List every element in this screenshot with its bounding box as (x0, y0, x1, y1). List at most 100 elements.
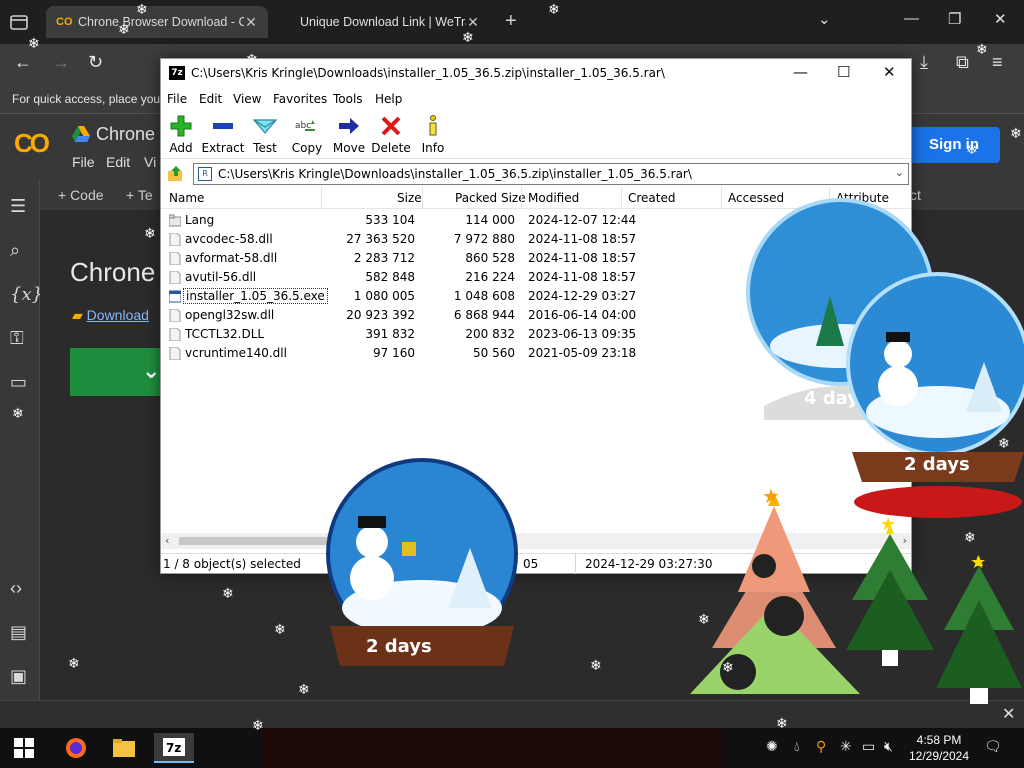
snowflake-tray-icon[interactable]: ✳ (840, 738, 852, 755)
menu-file[interactable]: File (72, 154, 95, 170)
7zip-title-bar[interactable]: 7z C:\Users\Kris Kringle\Downloads\insta… (161, 59, 911, 87)
forward-button[interactable]: → (52, 52, 70, 73)
back-button[interactable]: ← (14, 52, 32, 73)
firefox-icon[interactable] (56, 733, 96, 763)
snowflake-icon: ❄ (222, 585, 234, 601)
close-window-button[interactable]: ✕ (994, 10, 1007, 28)
search-tray-icon[interactable]: ⚲ (816, 738, 826, 755)
new-tab-button[interactable]: + (505, 10, 517, 33)
tray-app-icon[interactable]: ✺ (766, 738, 778, 755)
7zip-icon[interactable]: 7z (154, 733, 194, 763)
delete-button[interactable]: Delete (367, 113, 415, 155)
volume-muted-icon[interactable]: 🔇︎ (884, 738, 893, 755)
close-tab-icon[interactable]: ✕ (244, 14, 258, 31)
snowflake-icon: ❄ (812, 427, 824, 443)
download-link[interactable]: ▰ Download (72, 307, 149, 324)
scroll-left-icon[interactable]: ‹ (165, 534, 169, 547)
notifications-icon[interactable]: 🗨︎ (984, 738, 1002, 755)
reload-button[interactable]: ↻ (88, 52, 103, 73)
test-button[interactable]: Test (241, 113, 289, 155)
colab-logo-icon[interactable]: CO (14, 128, 50, 159)
droplet-icon[interactable]: 💧︎ (794, 738, 800, 755)
add-code-button[interactable]: + Code (58, 187, 104, 203)
network-icon[interactable]: ▭ (862, 738, 875, 755)
tab-colab[interactable]: CO Chrone Browser Download - Co ✕ (46, 6, 268, 38)
snowflake-icon: ❄ (964, 529, 976, 545)
file-size: 2 283 712 (353, 251, 415, 265)
file-modified: 2023-06-13 09:35 (528, 327, 637, 341)
move-button[interactable]: Move (325, 113, 373, 155)
downloads-icon[interactable]: ⤓ (920, 52, 928, 73)
file-modified: 2021-05-09 23:18 (528, 346, 637, 360)
close-decoration-button[interactable]: ✕ (1002, 704, 1015, 724)
menu-help[interactable]: Help (375, 92, 402, 106)
file-size: 27 363 520 (346, 232, 415, 246)
tab-list-chevron-icon[interactable]: ⌄ (818, 10, 831, 28)
menu-icon[interactable]: ≡ (992, 52, 1003, 73)
move-icon (339, 118, 359, 134)
col-size[interactable]: Size (397, 191, 422, 205)
close-button[interactable]: ✕ (883, 63, 896, 81)
taskbar-clock[interactable]: 4:58 PM 12/29/2024 (904, 732, 974, 764)
add-button[interactable]: Add (157, 113, 205, 155)
variables-icon[interactable]: {x} (10, 284, 43, 305)
snowflake-icon: ❄ (246, 51, 258, 67)
close-tab-icon[interactable]: ✕ (466, 14, 480, 31)
sign-in-button[interactable]: Sign in (908, 127, 1000, 163)
snowflake-icon: ❄ (28, 35, 40, 51)
minimize-button[interactable]: — (904, 10, 919, 27)
tab-title: Unique Download Link | WeTra (300, 15, 466, 29)
snowflake-icon: ❄ (966, 141, 978, 157)
add-icon (170, 115, 192, 137)
col-modified[interactable]: Modified (528, 191, 579, 205)
add-text-button[interactable]: + Te (126, 187, 153, 203)
snowflake-icon: ❄ (698, 611, 710, 627)
tab-wetransfer[interactable]: Unique Download Link | WeTra ✕ (290, 6, 490, 38)
menu-tools[interactable]: Tools (333, 92, 363, 106)
minimize-button[interactable]: — (793, 63, 808, 81)
col-packed-size[interactable]: Packed Size (455, 191, 526, 205)
folder-up-icon[interactable] (167, 165, 185, 183)
key-icon[interactable]: ⚿ (10, 328, 24, 349)
maximize-button[interactable]: ☐ (837, 63, 850, 81)
tab-search-icon[interactable] (8, 12, 30, 32)
address-text: C:\Users\Kris Kringle\Downloads\installe… (218, 167, 692, 181)
window-title: C:\Users\Kris Kringle\Downloads\installe… (191, 66, 665, 80)
copy-button[interactable]: abc Copy (283, 113, 331, 155)
run-cell-block[interactable]: ⌄ (70, 348, 162, 396)
menu-edit[interactable]: Edit (199, 92, 222, 106)
menu-file[interactable]: File (167, 92, 187, 106)
menu-view[interactable]: Vi (144, 154, 156, 170)
download-link-text[interactable]: Download (87, 307, 149, 323)
clock-time: 4:58 PM (916, 733, 962, 747)
snowflake-icon: ❄ (298, 681, 310, 697)
file-name: TCCTL32.DLL (185, 327, 265, 341)
chevron-down-icon[interactable]: ⌄ (895, 166, 904, 179)
search-icon[interactable]: ⌕ (10, 240, 20, 261)
notebook-title[interactable]: Chrone (96, 124, 155, 145)
terminal-icon[interactable]: ▣ (10, 666, 27, 687)
file-name: avformat-58.dll (185, 251, 278, 265)
menu-view[interactable]: View (233, 92, 261, 106)
address-bar[interactable]: R C:\Users\Kris Kringle\Downloads\instal… (193, 163, 909, 185)
start-button[interactable] (14, 738, 34, 758)
col-created[interactable]: Created (628, 191, 676, 205)
folder-icon[interactable]: ▭ (10, 372, 27, 393)
star-icon: ★ (880, 514, 897, 534)
extract-button[interactable]: Extract (199, 113, 247, 155)
command-palette-icon[interactable]: ▤ (10, 622, 27, 643)
file-size: 582 848 (365, 270, 415, 284)
extensions-icon[interactable]: ⧉ (956, 52, 969, 73)
code-snippets-icon[interactable]: ‹› (10, 578, 22, 599)
menu-favorites[interactable]: Favorites (273, 92, 327, 106)
menu-edit[interactable]: Edit (106, 154, 130, 170)
col-name[interactable]: Name (169, 191, 204, 205)
selection-count: 1 / 8 object(s) selected (163, 557, 301, 571)
restore-button[interactable]: ❐ (948, 10, 961, 28)
dll-file-icon (169, 271, 181, 284)
file-explorer-icon[interactable] (104, 733, 144, 763)
file-modified: 2024-12-07 12:44 (528, 213, 637, 227)
clock-date: 12/29/2024 (908, 749, 970, 763)
table-of-contents-icon[interactable]: ☰ (10, 196, 26, 217)
info-button[interactable]: Info (409, 113, 457, 155)
